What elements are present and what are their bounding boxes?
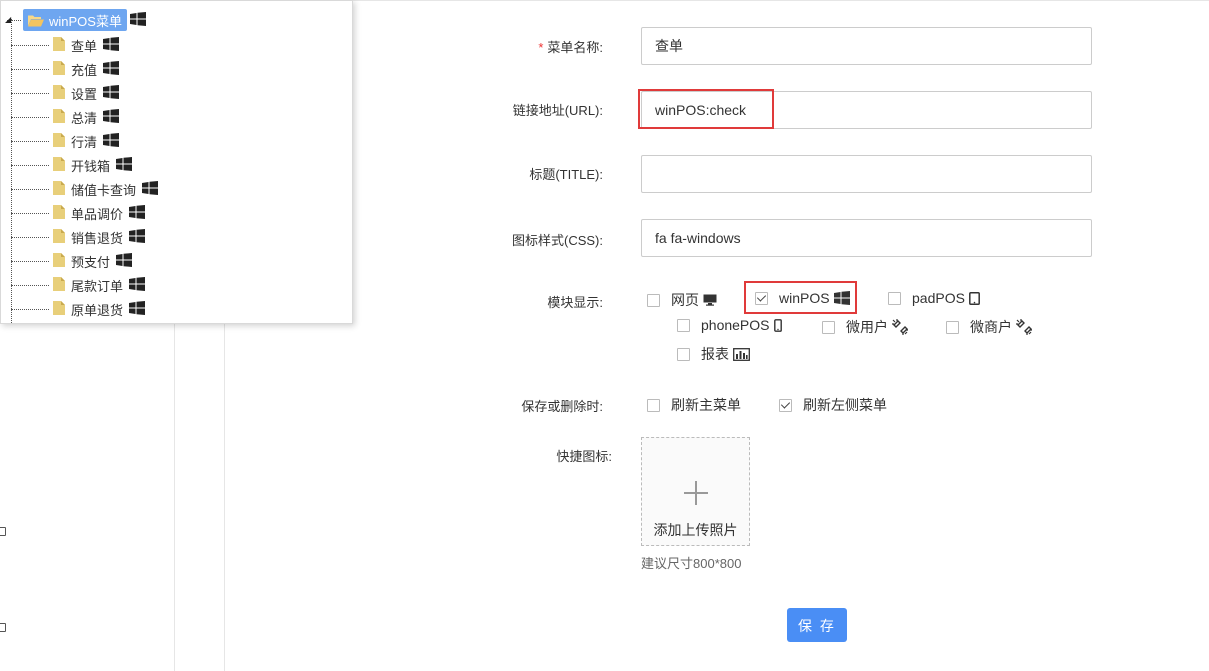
tree-item[interactable]: 原单退货 [11,297,146,321]
plus-icon-vertical [695,481,697,505]
broken-link-icon [892,319,908,335]
tablet-icon [968,291,980,305]
broken-link-icon [1016,319,1032,335]
windows-icon [129,11,146,29]
windows-icon [142,180,159,198]
windows-icon [129,228,146,246]
title-input[interactable] [641,155,1092,193]
file-icon [53,276,65,294]
file-icon [53,84,65,102]
url-label: 链接地址(URL): [512,103,603,118]
checkbox-box[interactable] [647,398,660,412]
tree-item-label: 尾款订单 [71,278,124,294]
refresh-left-menu-checkbox[interactable]: 刷新左侧菜单 [779,395,887,415]
tree-item[interactable]: 总清 [11,105,120,129]
tree-item-label: 总清 [71,110,98,126]
file-icon [53,228,65,246]
tree-root-label: winPOS菜单 [49,13,122,29]
file-icon [53,60,65,78]
windows-icon [103,132,120,150]
tree-root-row[interactable]: ◢ winPOS菜单 [3,9,146,31]
tree-item-label: 单品调价 [71,206,124,222]
tree-item[interactable]: 单品调价 [11,201,146,225]
upload-photo-box[interactable]: 添加上传照片 [641,437,750,546]
tree-root-node[interactable]: winPOS菜单 [23,9,127,31]
tree-item-label: 销售退货 [71,230,124,246]
tree-item-label: 查单 [71,38,98,54]
css-label: 图标样式(CSS): [511,233,603,248]
menu-name-label: * 菜单名称: [538,40,603,55]
tree-item[interactable]: 储值卡查询 [11,177,159,201]
windows-icon [103,36,120,54]
tree-item-label: 充值 [71,62,98,78]
tree-item-label: 原单退货 [71,302,124,318]
collapse-arrow-icon[interactable]: ◢ [5,15,11,24]
windows-icon [116,252,133,270]
panel-marker-icon [0,623,6,632]
title-label: 标题(TITLE): [529,167,603,182]
module-phonepos-checkbox[interactable]: phonePOS [677,317,782,333]
windows-icon [129,204,146,222]
checkbox-box[interactable] [822,320,835,334]
windows-icon [103,108,120,126]
file-icon [53,108,65,126]
file-icon [53,252,65,270]
module-padpos-checkbox[interactable]: padPOS [888,290,980,306]
upload-label: 添加上传照片 [653,522,738,538]
windows-icon [129,276,146,294]
module-report-checkbox[interactable]: 报表 [677,344,750,364]
save-button[interactable]: 保 存 [787,608,847,642]
checkbox-box[interactable] [647,293,660,307]
tree-item[interactable]: 设置 [11,81,120,105]
module-web-checkbox[interactable]: 网页 [647,290,717,310]
menu-tree-popup: ◢ winPOS菜单 查单充值设置总清行清开钱箱储值卡查询单品调价销售退货预支付… [0,0,353,324]
modules-label: 模块显示: [547,295,603,310]
windows-icon [129,300,146,318]
desktop-icon [703,294,717,306]
tree-item[interactable]: 查单 [11,33,120,57]
file-icon [53,204,65,222]
file-icon [53,180,65,198]
on-save-label: 保存或删除时: [521,399,603,414]
tree-item-label: 储值卡查询 [71,182,137,198]
windows-icon [833,291,850,305]
windows-icon [116,156,133,174]
file-icon [53,156,65,174]
module-wechat-merchant-checkbox[interactable]: 微商户 [946,317,1032,337]
tree-item-label: 设置 [71,86,98,102]
file-icon [53,36,65,54]
tree-item-label: 开钱箱 [71,158,111,174]
checkbox-box[interactable] [946,320,959,334]
url-input[interactable]: winPOS:check [641,91,1092,129]
module-winpos-checkbox[interactable]: winPOS [755,290,850,306]
tree-item-label: 预支付 [71,254,111,270]
refresh-main-menu-checkbox[interactable]: 刷新主菜单 [647,395,741,415]
checkbox-box[interactable] [888,291,901,305]
checkbox-box[interactable] [677,347,690,361]
checkbox-box[interactable] [779,398,792,412]
shortcut-icon-label: 快捷图标: [556,449,612,464]
windows-icon [103,60,120,78]
tree-item[interactable]: 开钱箱 [11,153,133,177]
tree-item-label: 行清 [71,134,98,150]
module-wechat-user-checkbox[interactable]: 微用户 [822,317,908,337]
upload-size-hint: 建议尺寸800*800 [641,556,742,571]
tree-item[interactable]: 预支付 [11,249,133,273]
checkbox-box[interactable] [677,318,690,332]
mobile-icon [773,318,782,332]
css-input[interactable]: fa fa-windows [641,219,1092,257]
file-icon [53,132,65,150]
bar-chart-icon [733,347,750,361]
panel-marker-icon [0,527,6,536]
tree-item[interactable]: 尾款订单 [11,273,146,297]
checkbox-box[interactable] [755,291,768,305]
folder-open-icon [28,15,44,26]
menu-name-input[interactable]: 查单 [641,27,1092,65]
tree-item[interactable]: 充值 [11,57,120,81]
top-border [352,0,1209,1]
file-icon [53,300,65,318]
tree-item[interactable]: 行清 [11,129,120,153]
windows-icon [103,84,120,102]
tree-item[interactable]: 销售退货 [11,225,146,249]
